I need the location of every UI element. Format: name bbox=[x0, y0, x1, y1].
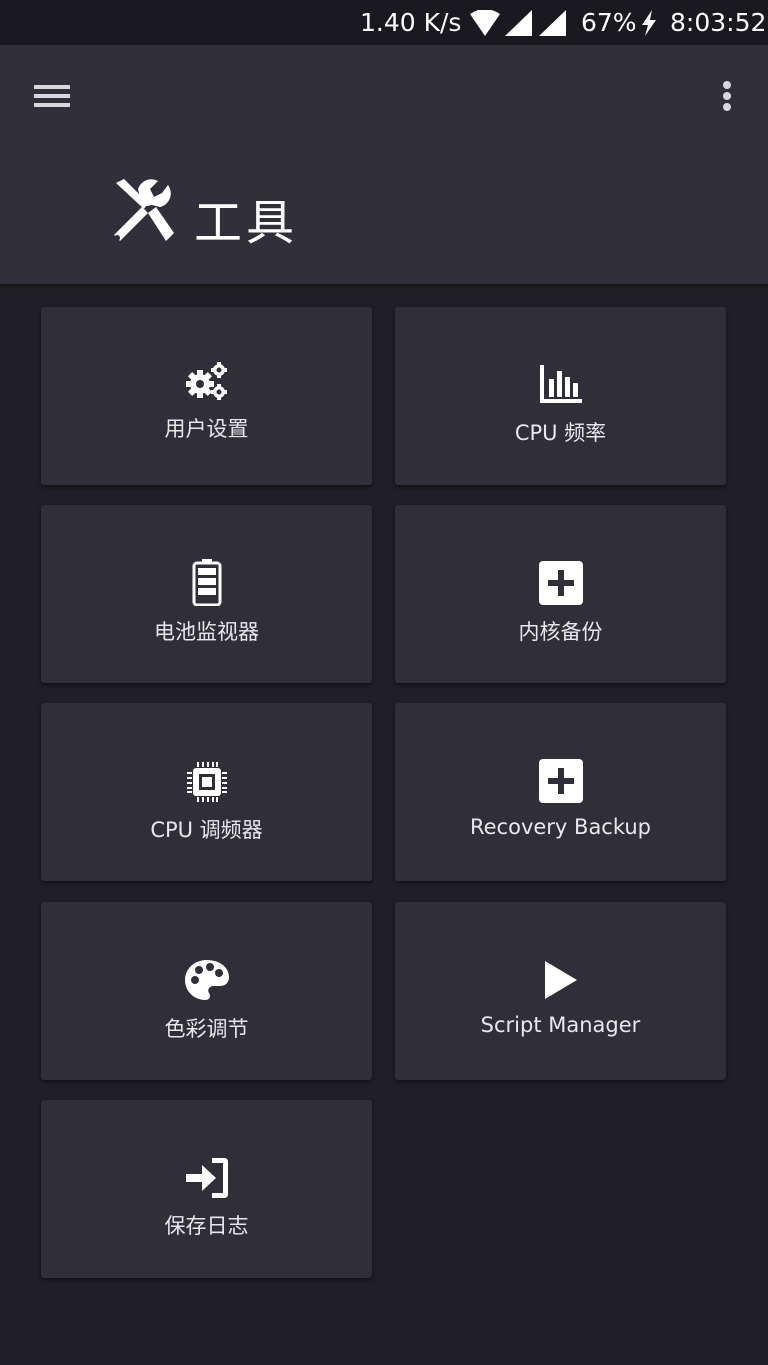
sign-in-icon bbox=[185, 1158, 228, 1198]
menu-button[interactable] bbox=[26, 73, 78, 119]
page-title: 工具 bbox=[194, 195, 299, 251]
tile-label: 电池监视器 bbox=[154, 620, 259, 644]
status-bar: 1.40 K/s 67% 8:03:52 bbox=[0, 0, 768, 45]
tools-icon bbox=[114, 179, 174, 241]
tile-recovery-backup[interactable]: Recovery Backup bbox=[395, 703, 726, 881]
tile-cpu-frequency[interactable]: CPU 频率 bbox=[395, 307, 726, 485]
tile-user-settings[interactable]: 用户设置 bbox=[41, 307, 372, 485]
tile-cpu-governor[interactable]: CPU 调频器 bbox=[41, 703, 372, 881]
palette-icon bbox=[184, 960, 229, 1000]
cell-signal-icon bbox=[505, 10, 532, 36]
tile-label: 保存日志 bbox=[164, 1214, 249, 1238]
cell-signal-icon-2 bbox=[539, 10, 566, 36]
clock: 8:03:52 bbox=[670, 8, 767, 37]
network-speed: 1.40 K/s bbox=[360, 8, 462, 37]
tile-battery-monitor[interactable]: 电池监视器 bbox=[41, 505, 372, 683]
tile-kernel-backup[interactable]: 内核备份 bbox=[395, 505, 726, 683]
tile-label: 用户设置 bbox=[164, 417, 249, 441]
plus-square-icon bbox=[538, 759, 583, 803]
more-vertical-icon bbox=[723, 81, 731, 111]
wifi-icon bbox=[470, 10, 500, 36]
tile-label: 色彩调节 bbox=[164, 1017, 249, 1041]
cpu-chip-icon bbox=[186, 762, 227, 802]
tile-save-logs[interactable]: 保存日志 bbox=[41, 1100, 372, 1278]
plus-square-icon bbox=[538, 561, 583, 605]
play-icon bbox=[544, 961, 577, 999]
battery-icon bbox=[192, 559, 221, 606]
tile-label: CPU 调频器 bbox=[150, 818, 263, 842]
hamburger-menu-icon bbox=[34, 85, 70, 107]
tile-label: Recovery Backup bbox=[469, 815, 652, 839]
app-toolbar: 工具 bbox=[0, 45, 768, 284]
overflow-menu-button[interactable] bbox=[708, 73, 744, 119]
tile-label: Script Manager bbox=[480, 1013, 641, 1037]
bar-chart-icon bbox=[539, 365, 582, 403]
tile-script-manager[interactable]: Script Manager bbox=[395, 902, 726, 1080]
tile-label: CPU 频率 bbox=[514, 421, 607, 445]
tile-label: 内核备份 bbox=[518, 620, 603, 644]
tile-color-adjust[interactable]: 色彩调节 bbox=[41, 902, 372, 1080]
gears-icon bbox=[185, 362, 227, 400]
charging-icon bbox=[642, 10, 656, 36]
battery-percentage: 67% bbox=[581, 8, 637, 37]
